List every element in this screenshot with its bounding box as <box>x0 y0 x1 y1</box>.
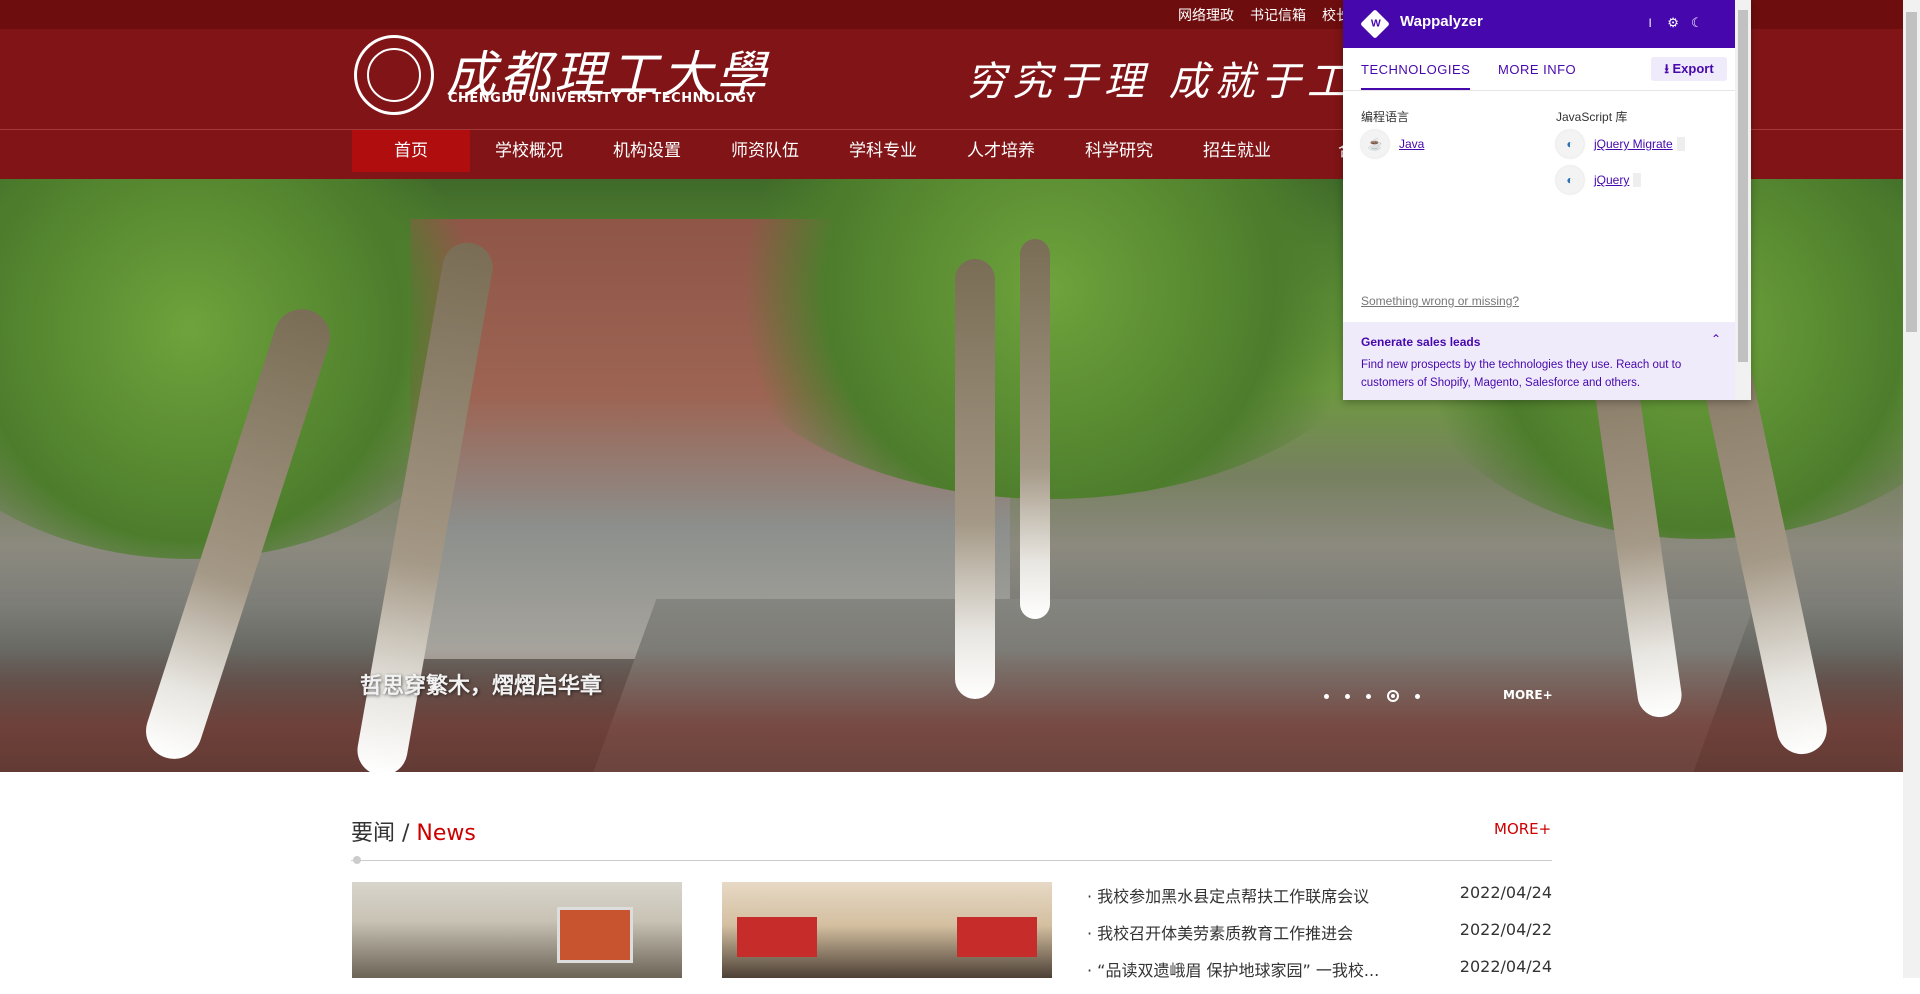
news-title-separator: / <box>395 821 417 846</box>
carousel-dot[interactable] <box>1366 693 1371 699</box>
news-item-title[interactable]: · 我校召开体美劳素质教育工作推进会 <box>1087 920 1353 957</box>
jquery-icon: ◐ <box>1556 166 1584 194</box>
moon-icon[interactable]: ☾ <box>1691 15 1703 31</box>
tech-name[interactable]: jQuery <box>1594 173 1629 187</box>
tech-item-jquery-migrate[interactable]: ◐ jQuery Migrate <box>1556 130 1685 158</box>
hero-tree-trunk <box>1020 239 1050 619</box>
hero-more-link[interactable]: MORE+ <box>1503 688 1553 702</box>
gear-icon[interactable]: ⚙ <box>1667 15 1679 31</box>
nav-item-admission[interactable]: 招生就业 <box>1178 130 1296 179</box>
sales-leads-text: Find new prospects by the technologies t… <box>1361 359 1682 389</box>
download-icon: ⭳ <box>1664 61 1673 76</box>
wappalyzer-tabs: TECHNOLOGIES MORE INFO ⭳ Export <box>1343 48 1735 91</box>
news-item-title[interactable]: · 我校参加黑水县定点帮扶工作联席会议 <box>1087 883 1369 920</box>
news-divider-dot <box>353 856 361 864</box>
news-item[interactable]: · 我校召开体美劳素质教育工作推进会 2022/04/22 <box>1087 920 1552 957</box>
news-thumbnail[interactable] <box>352 882 682 978</box>
version-badge <box>1676 137 1685 151</box>
page-scrollbar[interactable] <box>1903 0 1920 978</box>
nav-item-education[interactable]: 人才培养 <box>942 130 1060 179</box>
something-wrong-link[interactable]: Something wrong or missing? <box>1361 294 1519 308</box>
nav-item-organization[interactable]: 机构设置 <box>588 130 706 179</box>
news-item-date: 2022/04/22 <box>1459 920 1552 939</box>
carousel-dots <box>1324 690 1420 702</box>
sales-leads-panel: Generate sales leads ⌃ Find new prospect… <box>1343 322 1735 400</box>
tab-technologies[interactable]: TECHNOLOGIES <box>1361 62 1471 90</box>
wappalyzer-popup: Wappalyzer ⏽ ⚙ ☾ TECHNOLOGIES MORE INFO … <box>1343 0 1751 400</box>
top-link-mailbox[interactable]: 书记信箱 <box>1250 5 1306 25</box>
export-button[interactable]: ⭳ Export <box>1651 57 1727 81</box>
news-item[interactable]: · “品读双遗峨眉 保护地球家园” 一我校... 2022/04/24 <box>1087 957 1552 994</box>
chevron-up-icon[interactable]: ⌃ <box>1711 332 1721 346</box>
tech-item-jquery[interactable]: ◐ jQuery <box>1556 166 1642 194</box>
news-item-date: 2022/04/24 <box>1459 883 1552 902</box>
page-scrollbar-thumb[interactable] <box>1906 12 1917 332</box>
nav-item-disciplines[interactable]: 学科专业 <box>824 130 942 179</box>
logo-english-name[interactable]: CHENGDU UNIVERSITY OF TECHNOLOGY <box>448 91 756 106</box>
carousel-dot-active[interactable] <box>1387 690 1399 702</box>
wappalyzer-logo-icon <box>1360 9 1390 39</box>
nav-item-home[interactable]: 首页 <box>352 130 470 172</box>
wappalyzer-scrollbar-thumb[interactable] <box>1738 10 1748 362</box>
category-label: JavaScript 库 <box>1556 110 1628 124</box>
nav-item-overview[interactable]: 学校概况 <box>470 130 588 179</box>
nav-item-faculty[interactable]: 师资队伍 <box>706 130 824 179</box>
news-divider <box>351 860 1552 861</box>
news-list: · 我校参加黑水县定点帮扶工作联席会议 2022/04/24 · 我校召开体美劳… <box>1087 883 1552 994</box>
wappalyzer-scrollbar[interactable] <box>1735 0 1751 400</box>
category-label: 编程语言 <box>1361 110 1410 124</box>
toggle-icon[interactable]: ⏽ <box>1645 15 1655 31</box>
nav-item-research[interactable]: 科学研究 <box>1060 130 1178 179</box>
carousel-dot[interactable] <box>1345 693 1350 699</box>
news-title-en: News <box>416 821 476 846</box>
university-seal-icon[interactable] <box>354 35 434 115</box>
tech-name[interactable]: jQuery Migrate <box>1594 137 1673 151</box>
export-label: Export <box>1672 61 1714 76</box>
news-item-title[interactable]: · “品读双遗峨眉 保护地球家园” 一我校... <box>1087 957 1379 994</box>
hero-path-image <box>0 649 1903 772</box>
news-section-title: 要闻 / News <box>351 815 476 847</box>
hero-caption: 哲思穿繁木，熠熠启华章 <box>360 674 603 699</box>
news-thumbnail[interactable] <box>722 882 1052 978</box>
wappalyzer-title: Wappalyzer <box>1400 13 1483 30</box>
university-motto: 穷究于理 成就于工 <box>966 59 1353 105</box>
wappalyzer-header: Wappalyzer ⏽ ⚙ ☾ <box>1343 0 1735 48</box>
news-item[interactable]: · 我校参加黑水县定点帮扶工作联席会议 2022/04/24 <box>1087 883 1552 920</box>
tech-name[interactable]: Java <box>1399 137 1424 151</box>
version-badge <box>1633 173 1642 187</box>
news-more-link[interactable]: MORE+ <box>1494 820 1551 838</box>
jquery-icon: ◐ <box>1556 130 1584 158</box>
top-links: 网络理政 书记信箱 校长 <box>1178 5 1366 25</box>
carousel-dot[interactable] <box>1324 693 1329 699</box>
news-title-cn: 要闻 <box>351 821 396 846</box>
carousel-dot[interactable] <box>1415 693 1420 699</box>
hero-tree-trunk <box>955 259 995 699</box>
top-link-network[interactable]: 网络理政 <box>1178 5 1234 25</box>
tab-more-info[interactable]: MORE INFO <box>1498 62 1576 77</box>
tech-item-java[interactable]: ☕ Java <box>1361 130 1424 158</box>
java-icon: ☕ <box>1361 130 1389 158</box>
news-item-date: 2022/04/24 <box>1459 957 1552 976</box>
sales-leads-title[interactable]: Generate sales leads <box>1361 335 1480 349</box>
